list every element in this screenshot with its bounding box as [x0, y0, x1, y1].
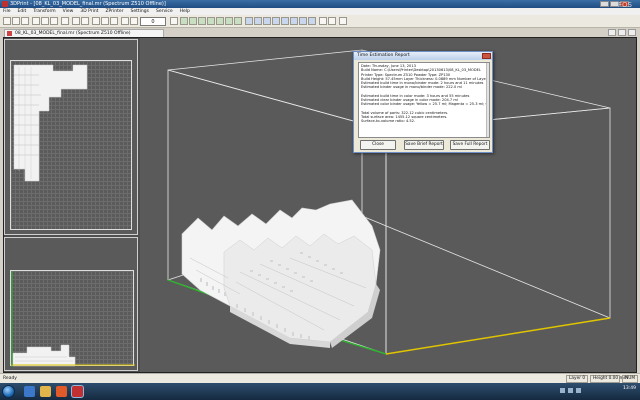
save-icon[interactable]: [21, 17, 29, 25]
view-bottom-icon[interactable]: [290, 17, 298, 25]
tray-network-icon[interactable]: [560, 388, 565, 393]
top-view-pane[interactable]: [4, 39, 138, 235]
status-bar: Ready Layer 0 Height 0.00 mm NUM: [0, 373, 640, 383]
front-view-build-plate: [10, 270, 135, 367]
print-icon[interactable]: [81, 17, 89, 25]
menu-zprinter[interactable]: ZPrinter: [105, 8, 123, 15]
zoom-all-icon[interactable]: [216, 17, 224, 25]
status-layer: Layer 0: [566, 375, 588, 383]
cut-icon[interactable]: [32, 17, 40, 25]
pan-icon[interactable]: [225, 17, 233, 25]
title-bar: 3DPrint - [08_KL_03_MODEL_final.mr (Spec…: [0, 0, 640, 8]
logo-watermark: FOS: [618, 1, 632, 9]
dialog-close-icon[interactable]: [482, 53, 491, 59]
explorer-icon[interactable]: [40, 386, 51, 397]
scale-icon[interactable]: [110, 17, 118, 25]
menu-file[interactable]: File: [3, 8, 11, 15]
toolbar: 0: [0, 15, 640, 28]
about-icon[interactable]: [339, 17, 347, 25]
render-shaded-icon[interactable]: [319, 17, 327, 25]
pointer-icon[interactable]: [170, 17, 178, 25]
layer-down-icon[interactable]: [121, 17, 129, 25]
copy-icon[interactable]: [41, 17, 49, 25]
view-back-icon[interactable]: [254, 17, 262, 25]
menu-settings[interactable]: Settings: [131, 8, 149, 15]
front-view-pane[interactable]: [4, 237, 138, 371]
zoom-window-icon[interactable]: [198, 17, 206, 25]
front-view-model: [11, 271, 135, 367]
top-view-model: [13, 64, 88, 182]
report-line: Surface-to-volume ratio: 4.52.: [361, 119, 416, 124]
windows-taskbar: 13:49: [0, 383, 640, 400]
report-line: Estimated color binder usage: Yellow = 2…: [361, 102, 490, 107]
clock[interactable]: 13:49: [623, 386, 636, 391]
save-full-report-button[interactable]: Save Full Report: [450, 140, 490, 150]
menu-bar: File Edit Transform View 3D Print ZPrint…: [0, 8, 640, 15]
zoom-out-icon[interactable]: [189, 17, 197, 25]
render-wireframe-icon[interactable]: [328, 17, 336, 25]
document-icon: [7, 31, 12, 36]
media-player-icon[interactable]: [56, 386, 67, 397]
document-tab[interactable]: 08_KL_03_MODEL_final.mr (Spectrum Z510 O…: [4, 29, 164, 37]
open-file-icon[interactable]: [12, 17, 20, 25]
view-front-icon[interactable]: [245, 17, 253, 25]
view-iso-icon[interactable]: [299, 17, 307, 25]
report-line: Build Name: C:\Users\Printer\Desktop\201…: [361, 68, 481, 73]
building-model: [181, 199, 381, 348]
dialog-title: Time Estimation Report: [354, 52, 492, 60]
report-scrollbar[interactable]: [486, 63, 489, 137]
move-icon[interactable]: [92, 17, 100, 25]
paste-icon[interactable]: [50, 17, 58, 25]
time-estimation-dialog: Time Estimation Report Date: Thursday, J…: [353, 51, 493, 153]
menu-service[interactable]: Service: [156, 8, 173, 15]
window-title: 3DPrint - [08_KL_03_MODEL_final.mr (Spec…: [10, 1, 166, 7]
menu-view[interactable]: View: [63, 8, 74, 15]
layer-input[interactable]: 0: [140, 17, 166, 26]
import-icon[interactable]: [72, 17, 80, 25]
new-file-icon[interactable]: [3, 17, 11, 25]
save-brief-report-button[interactable]: Save Brief Report: [404, 140, 444, 150]
ie-icon[interactable]: [24, 386, 35, 397]
menu-help[interactable]: Help: [180, 8, 190, 15]
undo-icon[interactable]: [61, 17, 69, 25]
view-top-icon[interactable]: [281, 17, 289, 25]
document-window-controls: [608, 29, 636, 37]
document-tab-label: 08_KL_03_MODEL_final.mr (Spectrum Z510 O…: [15, 31, 131, 36]
application-window: 3DPrint - [08_KL_03_MODEL_final.mr (Spec…: [0, 0, 640, 400]
report-text-area[interactable]: Date: Thursday, June 13, 2013 Build Name…: [358, 62, 490, 138]
status-num: NUM: [622, 375, 638, 383]
tray-flag-icon[interactable]: [576, 388, 581, 393]
menu-3d-print[interactable]: 3D Print: [80, 8, 98, 15]
close-button[interactable]: Close: [360, 140, 396, 150]
view-right-icon[interactable]: [272, 17, 280, 25]
start-button-icon[interactable]: [2, 385, 15, 398]
3dprint-task-icon[interactable]: [72, 386, 83, 397]
status-height: Height 0.00 mm: [590, 375, 628, 383]
zoom-fit-icon[interactable]: [207, 17, 215, 25]
doc-minimize-button[interactable]: [608, 29, 616, 36]
app-icon: [2, 1, 8, 7]
rotate-icon[interactable]: [101, 17, 109, 25]
top-view-build-plate: [10, 60, 132, 230]
view-left-icon[interactable]: [263, 17, 271, 25]
doc-restore-button[interactable]: [618, 29, 626, 36]
doc-close-button[interactable]: [628, 29, 636, 36]
y-axis-line: [385, 317, 611, 355]
orbit-icon[interactable]: [234, 17, 242, 25]
zoom-in-icon[interactable]: [180, 17, 188, 25]
menu-edit[interactable]: Edit: [18, 8, 27, 15]
tray-volume-icon[interactable]: [568, 388, 573, 393]
view-perspective-icon[interactable]: [308, 17, 316, 25]
minimize-button[interactable]: [600, 1, 609, 7]
status-ready: Ready: [3, 376, 17, 381]
clock-time: 13:49: [623, 386, 636, 391]
menu-transform[interactable]: Transform: [33, 8, 55, 15]
layer-up-icon[interactable]: [130, 17, 138, 25]
